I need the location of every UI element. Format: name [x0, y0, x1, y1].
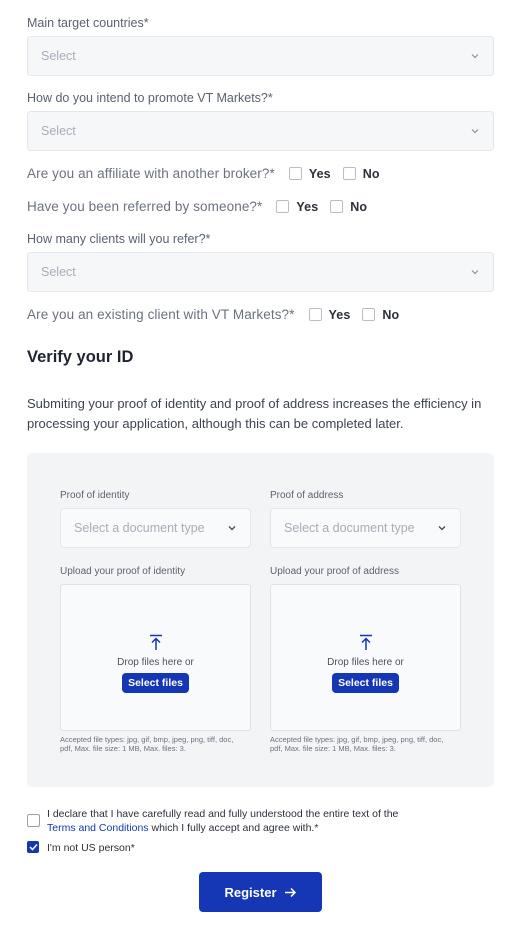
verify-heading: Verify your ID — [27, 348, 134, 366]
register-label: Register — [224, 884, 277, 900]
chevron-down-icon — [470, 126, 480, 136]
identity-dropzone[interactable]: Drop files here or Select files — [60, 584, 251, 731]
upload-panel: Proof of identity Select a document type… — [27, 453, 494, 787]
identity-doc-value: Select a document type — [74, 521, 205, 535]
existing-yes-option[interactable]: Yes — [308, 307, 351, 322]
address-label: Proof of address — [270, 490, 344, 501]
referred-question: Have you been referred by someone?* Yes … — [27, 199, 367, 214]
affiliate-yes-option[interactable]: Yes — [288, 166, 331, 181]
chevron-down-icon — [470, 267, 480, 277]
existing-no-checkbox[interactable] — [362, 308, 376, 321]
affiliate-yes-checkbox[interactable] — [288, 167, 302, 180]
target-countries-label: Main target countries* — [27, 16, 149, 30]
address-doc-select[interactable]: Select a document type — [270, 508, 461, 548]
referred-yes-option[interactable]: Yes — [276, 200, 318, 214]
promote-value: Select — [41, 124, 76, 138]
existing-yes-checkbox[interactable] — [308, 308, 322, 321]
identity-drop-text: Drop files here or — [117, 657, 194, 668]
referred-question-text: Have you been referred by someone?* — [27, 199, 263, 214]
address-doc-value: Select a document type — [284, 521, 415, 535]
identity-select-files-button[interactable]: Select files — [122, 673, 189, 693]
address-select-files-button[interactable]: Select files — [332, 673, 399, 693]
target-countries-value: Select — [41, 49, 76, 63]
identity-accepted-types: Accepted file types: jpg, gif, bmp, jpeg… — [60, 735, 234, 753]
target-countries-select[interactable]: Select — [27, 36, 494, 76]
us-person-checkbox[interactable] — [27, 841, 39, 853]
register-button[interactable]: Register — [199, 872, 322, 912]
terms-text-before: I declare that I have carefully read and… — [47, 808, 399, 820]
affiliate-question-text: Are you an affiliate with another broker… — [27, 166, 275, 181]
upload-icon — [149, 634, 162, 650]
terms-link[interactable]: Terms and Conditions — [47, 822, 149, 834]
clients-label: How many clients will you refer?* — [27, 232, 211, 246]
no-label: No — [350, 199, 368, 214]
terms-checkbox[interactable] — [27, 814, 40, 827]
existing-client-question: Are you an existing client with VT Marke… — [27, 307, 399, 322]
referred-no-checkbox[interactable] — [330, 200, 344, 213]
identity-label: Proof of identity — [60, 490, 130, 501]
upload-address-label: Upload your proof of address — [270, 566, 399, 577]
chevron-down-icon — [470, 51, 480, 61]
address-drop-text: Drop files here or — [327, 657, 404, 668]
promote-select[interactable]: Select — [27, 111, 494, 151]
clients-select[interactable]: Select — [27, 252, 494, 292]
upload-icon — [359, 634, 372, 650]
referred-no-option[interactable]: No — [330, 200, 367, 214]
us-person-label: I'm not US person* — [47, 842, 135, 854]
no-label: No — [382, 307, 400, 322]
promote-label: How do you intend to promote VT Markets?… — [27, 91, 273, 105]
existing-question-text: Are you an existing client with VT Marke… — [27, 307, 295, 322]
affiliate-question: Are you an affiliate with another broker… — [27, 166, 380, 181]
no-label: No — [362, 166, 380, 181]
chevron-down-icon — [437, 523, 447, 533]
clients-value: Select — [41, 265, 76, 279]
affiliate-no-checkbox[interactable] — [342, 167, 356, 180]
yes-label: Yes — [296, 199, 319, 214]
check-icon — [28, 843, 38, 851]
upload-identity-label: Upload your proof of identity — [60, 566, 186, 577]
chevron-down-icon — [227, 523, 237, 533]
terms-declaration: I declare that I have carefully read and… — [47, 807, 447, 835]
terms-text-after: which I fully accept and agree with.* — [151, 822, 319, 834]
address-dropzone[interactable]: Drop files here or Select files — [270, 584, 461, 731]
identity-doc-select[interactable]: Select a document type — [60, 508, 251, 548]
yes-label: Yes — [308, 166, 331, 181]
arrow-right-icon — [284, 887, 296, 897]
address-accepted-types: Accepted file types: jpg, gif, bmp, jpeg… — [270, 735, 444, 753]
verify-description: Submiting your proof of identity and pro… — [27, 396, 482, 431]
yes-label: Yes — [328, 307, 351, 322]
affiliate-no-option[interactable]: No — [342, 166, 380, 181]
referred-yes-checkbox[interactable] — [276, 200, 290, 213]
existing-no-option[interactable]: No — [362, 308, 399, 322]
